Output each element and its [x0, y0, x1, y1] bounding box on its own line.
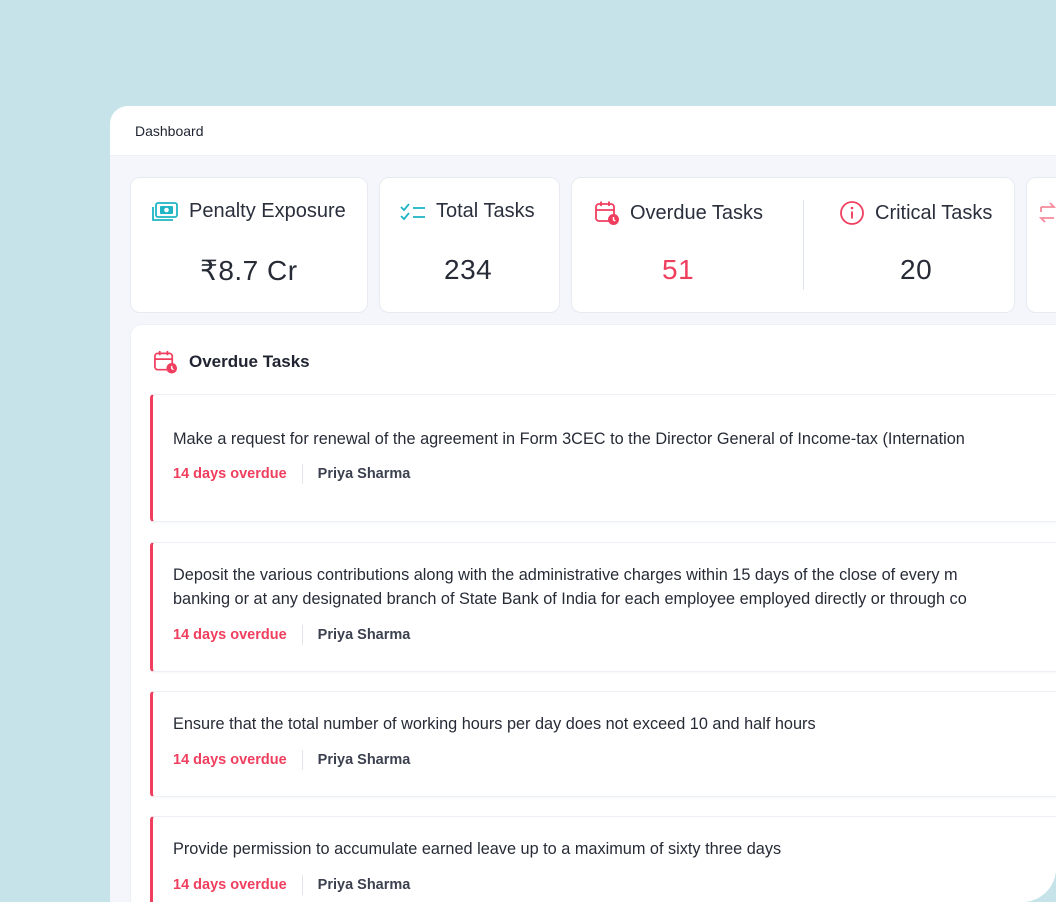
- panel-title: Overdue Tasks: [189, 352, 310, 371]
- page-header: Dashboard: [110, 106, 1056, 156]
- checklist-icon: [400, 202, 426, 221]
- task-text-line2: banking or at any designated branch of S…: [173, 590, 967, 608]
- task-text: Provide permission to accumulate earned …: [173, 840, 782, 858]
- stat-value: ₹8.7 Cr: [200, 255, 298, 286]
- overdue-badge: 14 days overdue: [173, 627, 287, 643]
- task-card[interactable]: Provide permission to accumulate earned …: [150, 816, 1056, 902]
- stat-card-partial[interactable]: [1026, 177, 1056, 313]
- assignee-name: Priya Sharma: [317, 466, 411, 482]
- stat-card-header: Penalty Exposure: [151, 200, 346, 223]
- calendar-clock-icon: [153, 349, 178, 375]
- calendar-clock-icon: [594, 200, 620, 226]
- overdue-tasks-panel: Overdue Tasks Make a request for renewal…: [130, 324, 1056, 902]
- stat-value-critical: 20: [900, 254, 933, 285]
- stat-label: Penalty Exposure: [189, 200, 346, 222]
- stat-label: Total Tasks: [436, 200, 535, 222]
- stat-label: Critical Tasks: [875, 201, 993, 224]
- task-text: Ensure that the total number of working …: [173, 715, 816, 733]
- stat-value: 234: [444, 254, 493, 285]
- stat-card-penalty-exposure[interactable]: Penalty Exposure ₹8.7 Cr: [130, 177, 368, 313]
- stat-card-header: [1039, 200, 1056, 226]
- task-text: Make a request for renewal of the agreem…: [173, 430, 965, 448]
- meta-separator: [301, 464, 303, 484]
- assignee-name: Priya Sharma: [317, 877, 411, 893]
- task-meta: 14 days overdue Priya Sharma: [173, 875, 410, 895]
- page-title: Dashboard: [135, 123, 204, 139]
- info-icon: [839, 200, 865, 226]
- task-meta: 14 days overdue Priya Sharma: [173, 625, 410, 645]
- stat-label: Overdue Tasks: [630, 201, 764, 224]
- stat-card-header: Total Tasks: [400, 200, 535, 223]
- app-window: Dashboard Penalty Exposure ₹8.7 Cr Total…: [110, 106, 1056, 902]
- overdue-badge: 14 days overdue: [173, 877, 287, 893]
- stat-card-total-tasks[interactable]: Total Tasks 234: [379, 177, 560, 313]
- assignee-name: Priya Sharma: [317, 752, 411, 768]
- task-text: Deposit the various contributions along …: [173, 566, 958, 584]
- meta-separator: [301, 625, 303, 645]
- money-icon: [151, 201, 179, 223]
- stat-divider: [803, 200, 804, 290]
- task-meta: 14 days overdue Priya Sharma: [173, 464, 410, 484]
- task-card[interactable]: Make a request for renewal of the agreem…: [150, 394, 1056, 522]
- transfer-icon: [1039, 200, 1056, 226]
- task-meta: 14 days overdue Priya Sharma: [173, 750, 410, 770]
- stat-card-header-critical: Critical Tasks: [839, 200, 992, 226]
- meta-separator: [301, 750, 303, 770]
- stat-card-overdue-critical[interactable]: Overdue Tasks 51 Critical Tasks 20: [571, 177, 1015, 313]
- stat-card-header-overdue: Overdue Tasks: [594, 200, 763, 226]
- meta-separator: [301, 875, 303, 895]
- task-card[interactable]: Deposit the various contributions along …: [150, 542, 1056, 672]
- panel-header: Overdue Tasks: [153, 349, 310, 375]
- stat-value-overdue: 51: [662, 254, 695, 285]
- assignee-name: Priya Sharma: [317, 627, 411, 643]
- task-card[interactable]: Ensure that the total number of working …: [150, 691, 1056, 797]
- screenshot-frame: Dashboard Penalty Exposure ₹8.7 Cr Total…: [0, 0, 1056, 902]
- overdue-badge: 14 days overdue: [173, 752, 287, 768]
- overdue-badge: 14 days overdue: [173, 466, 287, 482]
